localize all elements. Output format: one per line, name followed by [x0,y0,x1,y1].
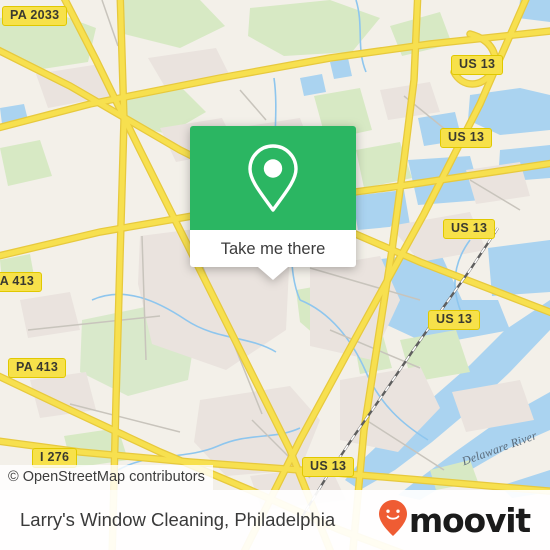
map-screenshot: Delaware River PA 2033 US 13 US 13 US 13… [0,0,550,550]
place-title: Larry's Window Cleaning, Philadelphia [20,509,336,530]
road-shield-us-13-a: US 13 [451,55,504,75]
osm-attribution[interactable]: © OpenStreetMap contributors [0,465,213,490]
road-shield-pa-2033: PA 2033 [2,6,68,26]
callout-header [190,126,356,230]
road-shield-us-13-d: US 13 [428,310,481,330]
road-shield-pa-413-a: PA 413 [0,272,43,292]
moovit-brand[interactable]: moovit [378,499,531,542]
callout-tail [258,267,288,280]
callout-action[interactable]: Take me there [190,230,356,280]
road-shield-us-13-b: US 13 [440,128,493,148]
map-callout[interactable]: Take me there [190,126,356,280]
moovit-smiley-pin-icon [378,499,408,542]
map-pin-icon [245,142,301,214]
take-me-there-label: Take me there [220,239,326,258]
moovit-wordmark: moovit [408,500,531,540]
bottom-bar: Larry's Window Cleaning, Philadelphia mo… [0,490,550,550]
road-shield-pa-413-b: PA 413 [8,358,67,378]
road-shield-us-13-e: US 13 [302,457,355,477]
road-shield-us-13-c: US 13 [443,219,496,239]
